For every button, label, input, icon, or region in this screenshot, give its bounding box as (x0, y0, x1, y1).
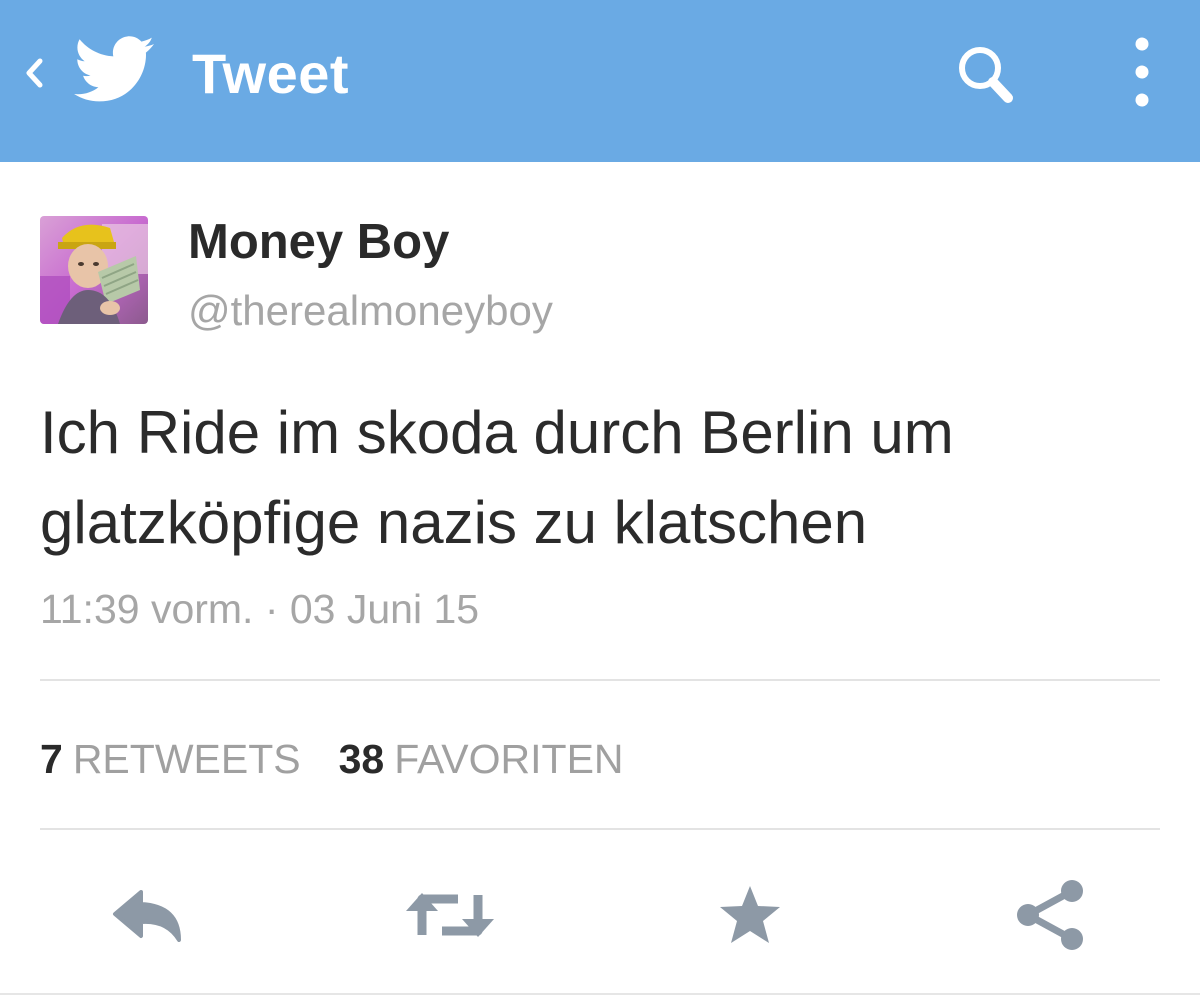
search-icon (959, 47, 1013, 103)
tweet-text: Ich Ride im skoda durch Berlin um glatzk… (40, 388, 1170, 568)
retweet-icon (406, 893, 494, 937)
avatar[interactable] (40, 216, 148, 324)
favorites-count: 38 (338, 736, 385, 782)
back-button[interactable] (14, 50, 54, 96)
divider (0, 993, 1200, 995)
chevron-left-icon (26, 58, 43, 88)
retweet-button[interactable] (400, 870, 500, 960)
author-display-name[interactable]: Money Boy (188, 212, 449, 272)
share-icon (1017, 880, 1083, 950)
retweets-count: 7 (40, 736, 63, 782)
share-button[interactable] (1000, 870, 1100, 960)
app-bar: Tweet (0, 0, 1200, 162)
tweet-text-line: glatzköpfige nazis zu klatschen (40, 489, 868, 556)
favorites-stat[interactable]: 38 FAVORITEN (339, 736, 624, 782)
author-handle[interactable]: @therealmoneyboy (188, 284, 553, 338)
overflow-menu-button[interactable] (1118, 32, 1166, 112)
reply-icon (113, 890, 181, 942)
search-button[interactable] (950, 40, 1034, 110)
reply-button[interactable] (100, 870, 200, 960)
divider (40, 679, 1160, 681)
favorite-button[interactable] (700, 870, 800, 960)
retweets-label: RETWEETS (72, 736, 301, 782)
more-vertical-icon (1135, 37, 1149, 107)
divider (40, 828, 1160, 830)
retweets-stat[interactable]: 7 RETWEETS (40, 736, 301, 782)
favorite-star-icon (720, 886, 780, 943)
tweet-timestamp: 11:39 vorm. · 03 Juni 15 (40, 586, 480, 632)
page-title: Tweet (192, 42, 350, 105)
tweet-text-line: Ich Ride im skoda durch Berlin um (40, 399, 954, 466)
twitter-bird-icon[interactable] (74, 36, 156, 106)
tweet-stats: 7 RETWEETS 38 FAVORITEN (40, 732, 624, 786)
favorites-label: FAVORITEN (394, 736, 624, 782)
